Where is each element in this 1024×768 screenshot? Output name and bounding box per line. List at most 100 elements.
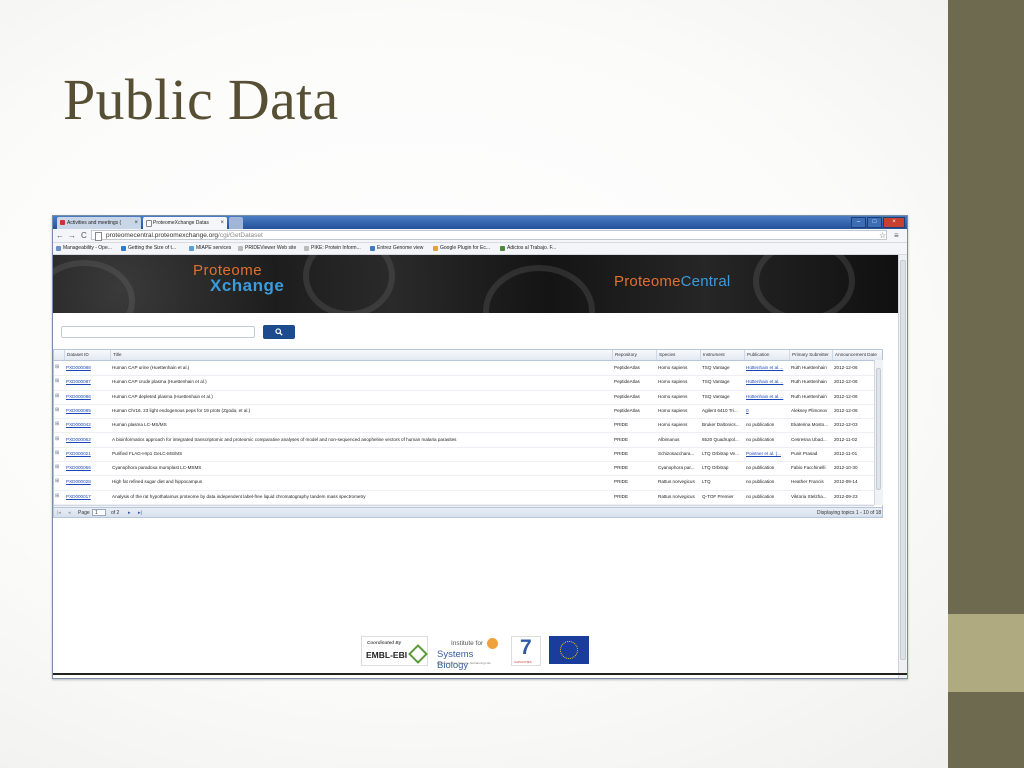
table-row[interactable]: ⊞ PXD000087 Human CAP crude plasma (Huette… — [54, 375, 874, 391]
header-col-primary-submitter[interactable]: Primary Submitter — [789, 350, 832, 360]
cell-dataset-id[interactable]: PXD000088 — [64, 361, 110, 375]
header-col-announcement-date[interactable]: Announcement Date — [832, 350, 882, 360]
address-bar[interactable]: proteomecentral.proteomexchange.org/cgi/… — [91, 230, 887, 241]
grid-header: Dataset ID Title Repository Species Instrume… — [54, 350, 882, 361]
cell-dataset-id[interactable]: PXD000086 — [64, 390, 110, 404]
cell-primary-submitter: Ruth Huettenhain — [791, 379, 827, 385]
cell-instrument: Bruker Daltonics... — [702, 422, 740, 428]
menu-icon[interactable]: ≡ — [894, 230, 899, 241]
tab-proteomexchange[interactable]: ProteomeXchange Datas × — [143, 217, 227, 229]
header-col-dataset-id[interactable]: Dataset ID — [64, 350, 110, 360]
proteomecentral-logo[interactable]: ProteomeCentral — [614, 274, 730, 289]
close-window-button[interactable]: × — [883, 217, 905, 228]
header-col-publication[interactable]: Publication — [744, 350, 789, 360]
search-button[interactable] — [263, 325, 295, 339]
expand-row-icon[interactable]: ⊞ — [55, 393, 59, 399]
table-row[interactable]: ⊞ PXD000085 Human Chr16. 23 light endogeno… — [54, 404, 874, 420]
cell-announcement-date: 2012-12-06 — [834, 393, 858, 399]
cell-dataset-id[interactable]: PXD000056 — [64, 461, 110, 475]
isb-logo[interactable]: Institute for Systems Biology Revolution… — [437, 638, 503, 671]
expand-row-icon[interactable]: ⊞ — [55, 436, 59, 442]
cell-instrument: TSQ Vantage — [702, 393, 730, 399]
cell-dataset-id[interactable]: PXD000021 — [64, 447, 110, 461]
page-number-input[interactable]: 1 — [92, 509, 106, 516]
table-row[interactable]: ⊞ PXD000056 Cyanophora paradoxa muroplast … — [54, 461, 874, 477]
table-row[interactable]: ⊞ PXD000088 Human CAP urine (Huettenhain e… — [54, 361, 874, 377]
embl-ebi-logo[interactable]: Coordinated By EMBL-EBI — [361, 636, 428, 666]
table-row[interactable]: ⊞ PXD000028 High fat refined sugar diet an… — [54, 475, 874, 491]
back-arrow-icon[interactable]: ← — [56, 230, 64, 241]
maximize-button[interactable]: □ — [867, 217, 882, 228]
new-tab-button[interactable] — [229, 217, 243, 229]
bookmark-item[interactable]: Getting the Size of t... — [121, 243, 176, 254]
pager-status: Displaying topics 1 - 10 of 18 — [817, 510, 882, 516]
expand-row-icon[interactable]: ⊞ — [55, 421, 59, 427]
fp7-logo[interactable]: 7 CAPACITIES — [511, 636, 541, 666]
table-row[interactable]: ⊞ PXD000021 Purified FLAG-Hrp1 GeLC-MS/MS P… — [54, 447, 874, 463]
tab-label: ProteomeXchange Datas — [153, 220, 209, 226]
page-scrollbar[interactable] — [898, 255, 907, 678]
expand-row-icon[interactable]: ⊞ — [55, 450, 59, 456]
header-col-species[interactable]: Species — [656, 350, 700, 360]
table-row[interactable]: ⊞ PXD000086 Human CAP depleted plasma (Hue… — [54, 390, 874, 405]
header-col-instrument[interactable]: Instrument — [700, 350, 744, 360]
url-host: proteomecentral.proteomexchange.org — [106, 232, 219, 239]
reload-icon[interactable]: C — [81, 230, 87, 241]
navigation-bar: ← → C proteomecentral.proteomexchange.or… — [53, 229, 907, 243]
prev-page-icon[interactable]: ◂ — [68, 508, 71, 518]
minimize-button[interactable]: – — [851, 217, 866, 228]
table-row[interactable]: ⊞ PXD000062 A bioinformatics approach for … — [54, 433, 874, 448]
cell-species: Homo sapiens — [658, 422, 688, 428]
proteomexchange-logo-x[interactable]: Xchange — [210, 277, 284, 294]
bookmark-item[interactable]: Google Plugin for Ec... — [433, 243, 490, 254]
cell-publication[interactable]: Hüttenhain et al.... — [744, 375, 789, 389]
search-input[interactable] — [61, 326, 255, 338]
grid-vertical-scrollbar[interactable] — [874, 360, 883, 505]
cell-dataset-id[interactable]: PXD000087 — [64, 375, 110, 389]
cell-primary-submitter: Fabio Facchinelli — [791, 465, 826, 471]
cell-dataset-id[interactable]: PXD000085 — [64, 404, 110, 418]
bookmark-item[interactable]: Entrez Genome view — [370, 243, 423, 254]
cell-publication[interactable]: Hüttenhain et al.... — [744, 390, 789, 404]
cell-primary-submitter: Aleksey Plimonov — [791, 407, 828, 413]
bookmark-item[interactable]: MIAPE services — [189, 243, 231, 254]
cell-publication[interactable]: 0 — [744, 404, 789, 418]
expand-row-icon[interactable]: ⊞ — [55, 478, 59, 484]
bookmark-item[interactable]: Adictos al Trabajo. F... — [500, 243, 556, 254]
bookmark-item[interactable]: PRIDEViewer Web site — [238, 243, 296, 254]
next-page-icon[interactable]: ▸ — [128, 508, 131, 518]
cell-dataset-id[interactable]: PXD000028 — [64, 475, 110, 489]
grid-scrollbar-thumb[interactable] — [876, 368, 881, 490]
page-scrollbar-thumb[interactable] — [900, 260, 906, 660]
cell-announcement-date: 2012-12-06 — [834, 407, 858, 413]
cell-instrument: TSQ Vantage — [702, 365, 730, 370]
bookmark-item[interactable]: PIKE: Protein Inform... — [304, 243, 361, 254]
bookmark-item[interactable]: Manageability - Ope... — [56, 243, 112, 254]
expand-row-icon[interactable]: ⊞ — [55, 407, 59, 413]
cell-dataset-id[interactable]: PXD000062 — [64, 433, 110, 447]
table-row[interactable]: ⊞ PXD000042 Human plasma LC-MS/MS PRIDE Homo… — [54, 418, 874, 434]
close-tab-icon[interactable]: × — [134, 217, 138, 229]
star-icon[interactable]: ☆ — [879, 230, 886, 241]
expand-row-icon[interactable]: ⊞ — [55, 464, 59, 470]
table-row[interactable]: ⊞ PXD000017 Analysis of the rat hypothalam… — [54, 490, 874, 505]
cell-repository: PeptideAtlas — [614, 379, 640, 385]
first-page-icon[interactable]: |◂ — [57, 508, 61, 518]
cell-publication[interactable]: Pointner et al. (... — [744, 447, 789, 461]
eu-flag-icon[interactable] — [549, 636, 589, 664]
isb-sun-icon — [487, 638, 498, 649]
header-col-title[interactable]: Title — [110, 350, 612, 360]
expand-row-icon[interactable]: ⊞ — [55, 364, 59, 370]
cell-dataset-id[interactable]: PXD000042 — [64, 418, 110, 432]
last-page-icon[interactable]: ▸| — [138, 508, 142, 518]
tab-activities[interactable]: Activities and meetings ( × — [57, 217, 141, 229]
expand-row-icon[interactable]: ⊞ — [55, 493, 59, 499]
cell-repository: PRIDE — [614, 465, 629, 471]
forward-arrow-icon[interactable]: → — [68, 230, 76, 241]
header-col-repository[interactable]: Repository — [612, 350, 656, 360]
cell-primary-submitter: Cesresna Ubad... — [791, 436, 827, 442]
cell-dataset-id[interactable]: PXD000017 — [64, 490, 110, 504]
expand-row-icon[interactable]: ⊞ — [55, 378, 59, 384]
cell-publication[interactable]: Hüttenhain et al.... — [744, 361, 789, 375]
close-tab-icon[interactable]: × — [220, 217, 224, 229]
